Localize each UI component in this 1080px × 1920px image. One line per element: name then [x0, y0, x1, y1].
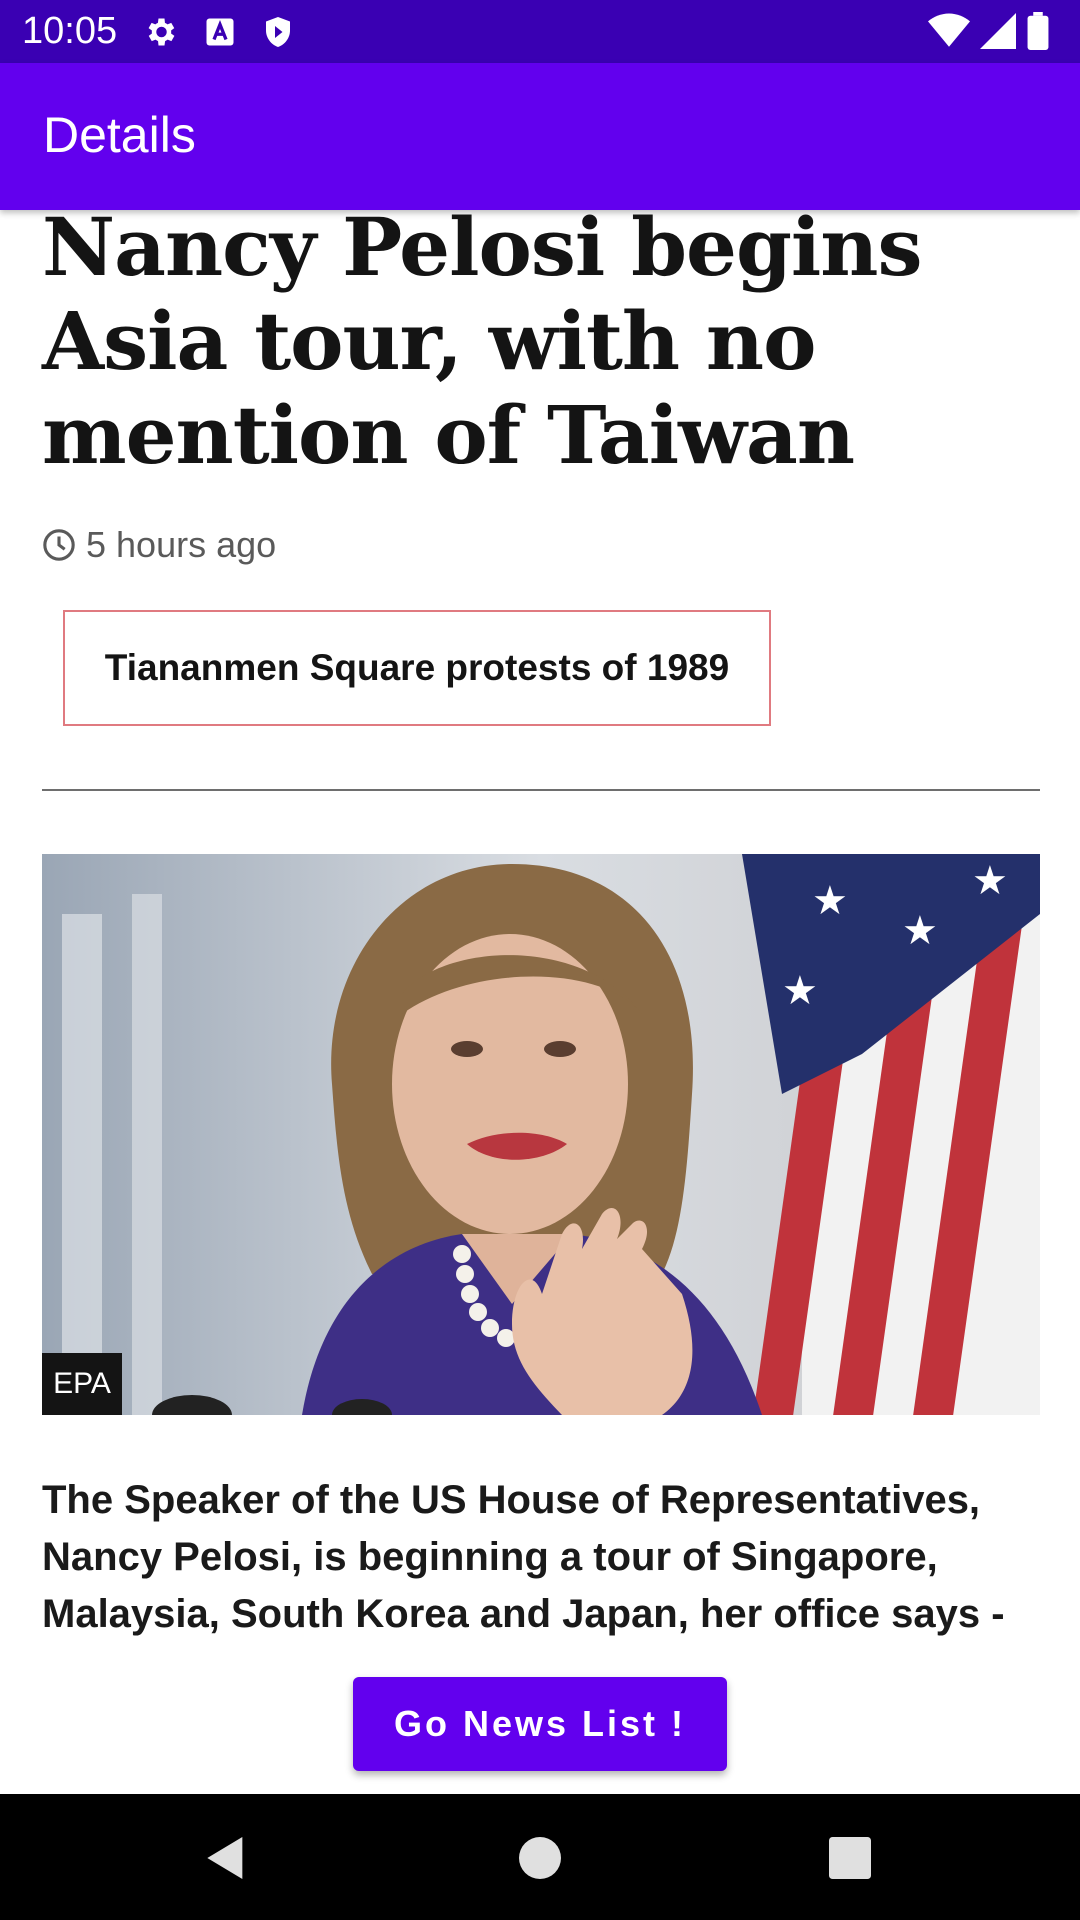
gear-icon [148, 18, 175, 46]
battery-icon [1027, 12, 1049, 50]
home-icon[interactable] [512, 1830, 568, 1886]
article-summary: The Speaker of the US House of Represent… [42, 1478, 1005, 1636]
recents-icon[interactable] [822, 1830, 878, 1886]
text-a-icon [206, 18, 234, 46]
svg-text:★: ★ [812, 878, 848, 924]
photo-credit: EPA [42, 1353, 122, 1415]
article-content[interactable]: Nancy Pelosi begins Asia tour, with no m… [0, 210, 1080, 1794]
go-news-list-button[interactable]: Go News List ! [353, 1677, 727, 1771]
app-bar: Details [0, 63, 1080, 210]
article-timestamp: 5 hours ago [86, 524, 277, 565]
shield-play-icon [266, 17, 290, 47]
status-right-icons [928, 12, 1050, 50]
clock-icon [43, 529, 75, 561]
app-title: Details [43, 107, 196, 163]
back-icon[interactable] [198, 1830, 254, 1886]
svg-text:★: ★ [782, 968, 818, 1014]
signal-icon [980, 13, 1016, 49]
divider [42, 789, 1040, 791]
svg-text:★: ★ [902, 908, 938, 954]
wifi-icon [928, 13, 970, 47]
system-nav-bar [0, 1794, 1080, 1920]
topic-tag[interactable]: Tiananmen Square protests of 1989 [63, 610, 771, 726]
article-photo: ★ ★ ★ ★ EPA [42, 854, 1040, 1415]
svg-text:★: ★ [972, 858, 1008, 904]
status-time: 10:05 [22, 10, 118, 52]
article-photo-image: ★ ★ ★ ★ [42, 854, 1040, 1415]
article-headline: Nancy Pelosi begins Asia tour, with no m… [42, 210, 922, 482]
status-bar: 10:05 [0, 0, 1080, 63]
article-timestamp-row: 5 hours ago [42, 524, 276, 566]
